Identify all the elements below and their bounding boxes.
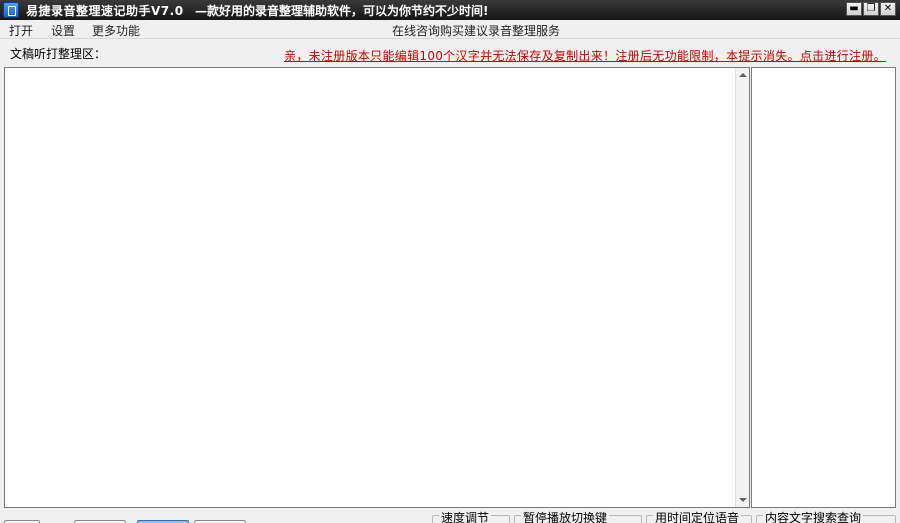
scroll-up-arrow-icon[interactable]: [739, 73, 747, 77]
restore-button[interactable]: ❐: [863, 2, 879, 16]
app-icon: [3, 2, 19, 18]
search-group: 内容文字搜索查询: [756, 511, 896, 523]
window-controls: ▬ ❐ ✕: [846, 2, 896, 16]
speed-group: 速度调节: [432, 511, 510, 523]
editor-label-row: 文稿听打整理区： 亲，未注册版本只能编辑100个汉字并无法保存及复制出来！注册后…: [0, 40, 900, 66]
window-slogan: —款好用的录音整理辅助软件，可以为你节约不少时间!: [195, 4, 489, 18]
transcription-textarea[interactable]: [5, 68, 736, 507]
menu-recording-service[interactable]: 录音整理服务: [488, 22, 560, 39]
time-locate-group-title: 用时间定位语音: [653, 511, 742, 523]
editor-area-label: 文稿听打整理区：: [10, 47, 107, 61]
side-panel[interactable]: [751, 67, 896, 508]
close-button[interactable]: ✕: [880, 2, 896, 16]
minimize-button[interactable]: ▬: [846, 2, 862, 16]
pause-key-group-title: 暂停播放切换键: [521, 511, 610, 523]
transcription-editor: [4, 67, 750, 508]
time-locate-group: 用时间定位语音: [646, 511, 752, 523]
register-notice-link[interactable]: 亲，未注册版本只能编辑100个汉字并无法保存及复制出来！注册后无功能限制，本提示…: [284, 47, 886, 64]
scroll-down-arrow-icon[interactable]: [739, 498, 747, 502]
speed-group-title: 速度调节: [439, 511, 492, 523]
menu-online-consult[interactable]: 在线咨询购买建议: [392, 22, 488, 39]
menu-more-functions[interactable]: 更多功能: [92, 22, 140, 39]
search-group-title: 内容文字搜索查询: [763, 511, 864, 523]
menu-settings[interactable]: 设置: [51, 22, 75, 39]
title-bar: 易捷录音整理速记助手V7.0 —款好用的录音整理辅助软件，可以为你节约不少时间!…: [0, 0, 900, 20]
editor-scrollbar[interactable]: [735, 68, 749, 507]
menu-open[interactable]: 打开: [9, 22, 33, 39]
window-title: 易捷录音整理速记助手V7.0: [26, 4, 184, 18]
menu-bar: 打开 设置 更多功能 在线咨询购买建议 录音整理服务: [0, 20, 900, 39]
pause-key-group: 暂停播放切换键: [514, 511, 642, 523]
bottom-toolbar: 速度调节 暂停播放切换键 用时间定位语音 内容文字搜索查询: [0, 510, 900, 523]
